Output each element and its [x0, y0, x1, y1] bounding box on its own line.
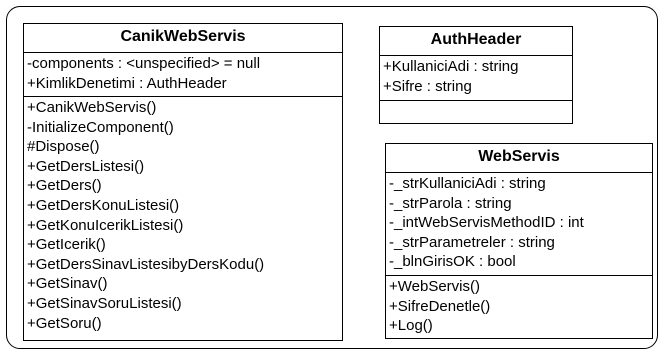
class-webservis: WebServis -_strKullaniciAdi : string -_s… — [385, 143, 653, 339]
methods-section — [380, 101, 572, 104]
class-title: CanikWebServis — [24, 24, 342, 53]
attribute: +Sifre : string — [383, 77, 472, 95]
method: +GetDersSinavListesibyDersKodu() — [27, 255, 265, 273]
attribute: -components : <unspecified> = null — [27, 55, 261, 72]
attribute: -_strParametreler : string — [389, 233, 555, 251]
method: +GetSinavSoruListesi() — [27, 294, 182, 312]
attributes-section: +KullaniciAdi : string +Sifre : string — [380, 56, 572, 101]
method: +GetDers() — [27, 177, 102, 195]
class-title: AuthHeader — [380, 27, 572, 56]
method: +GetSoru() — [27, 314, 102, 332]
attribute: -_strKullaniciAdi : string — [389, 175, 546, 192]
method: +GetDersListesi() — [27, 157, 145, 175]
method: #Dispose() — [27, 138, 100, 156]
class-title: WebServis — [386, 144, 652, 173]
attribute: +KullaniciAdi : string — [383, 58, 519, 75]
class-authheader: AuthHeader +KullaniciAdi : string +Sifre… — [379, 26, 573, 124]
method: +Log() — [389, 317, 433, 335]
method: +SifreDenetle() — [389, 297, 491, 315]
method: +WebServis() — [389, 278, 480, 295]
attributes-section: -_strKullaniciAdi : string -_strParola :… — [386, 173, 652, 276]
methods-section: +CanikWebServis() -InitializeComponent()… — [24, 97, 342, 335]
attribute: -_intWebServisMethodID : int — [389, 214, 584, 232]
method: +GetSinav() — [27, 275, 108, 293]
method: +GetKonuIcerikListesi() — [27, 216, 184, 234]
attribute: -_strParola : string — [389, 194, 512, 212]
method: +CanikWebServis() — [27, 99, 157, 116]
method: +GetIcerik() — [27, 236, 106, 254]
method: +GetDersKonuListesi() — [27, 196, 180, 214]
attribute: -_blnGirisOK : bool — [389, 253, 516, 271]
attributes-section: -components : <unspecified> = null +Kiml… — [24, 53, 342, 97]
attribute: +KimlikDenetimi : AuthHeader — [27, 74, 227, 92]
method: -InitializeComponent() — [27, 118, 174, 136]
methods-section: +WebServis() +SifreDenetle() +Log() — [386, 276, 652, 338]
class-canikwebservis: CanikWebServis -components : <unspecifie… — [23, 23, 343, 341]
